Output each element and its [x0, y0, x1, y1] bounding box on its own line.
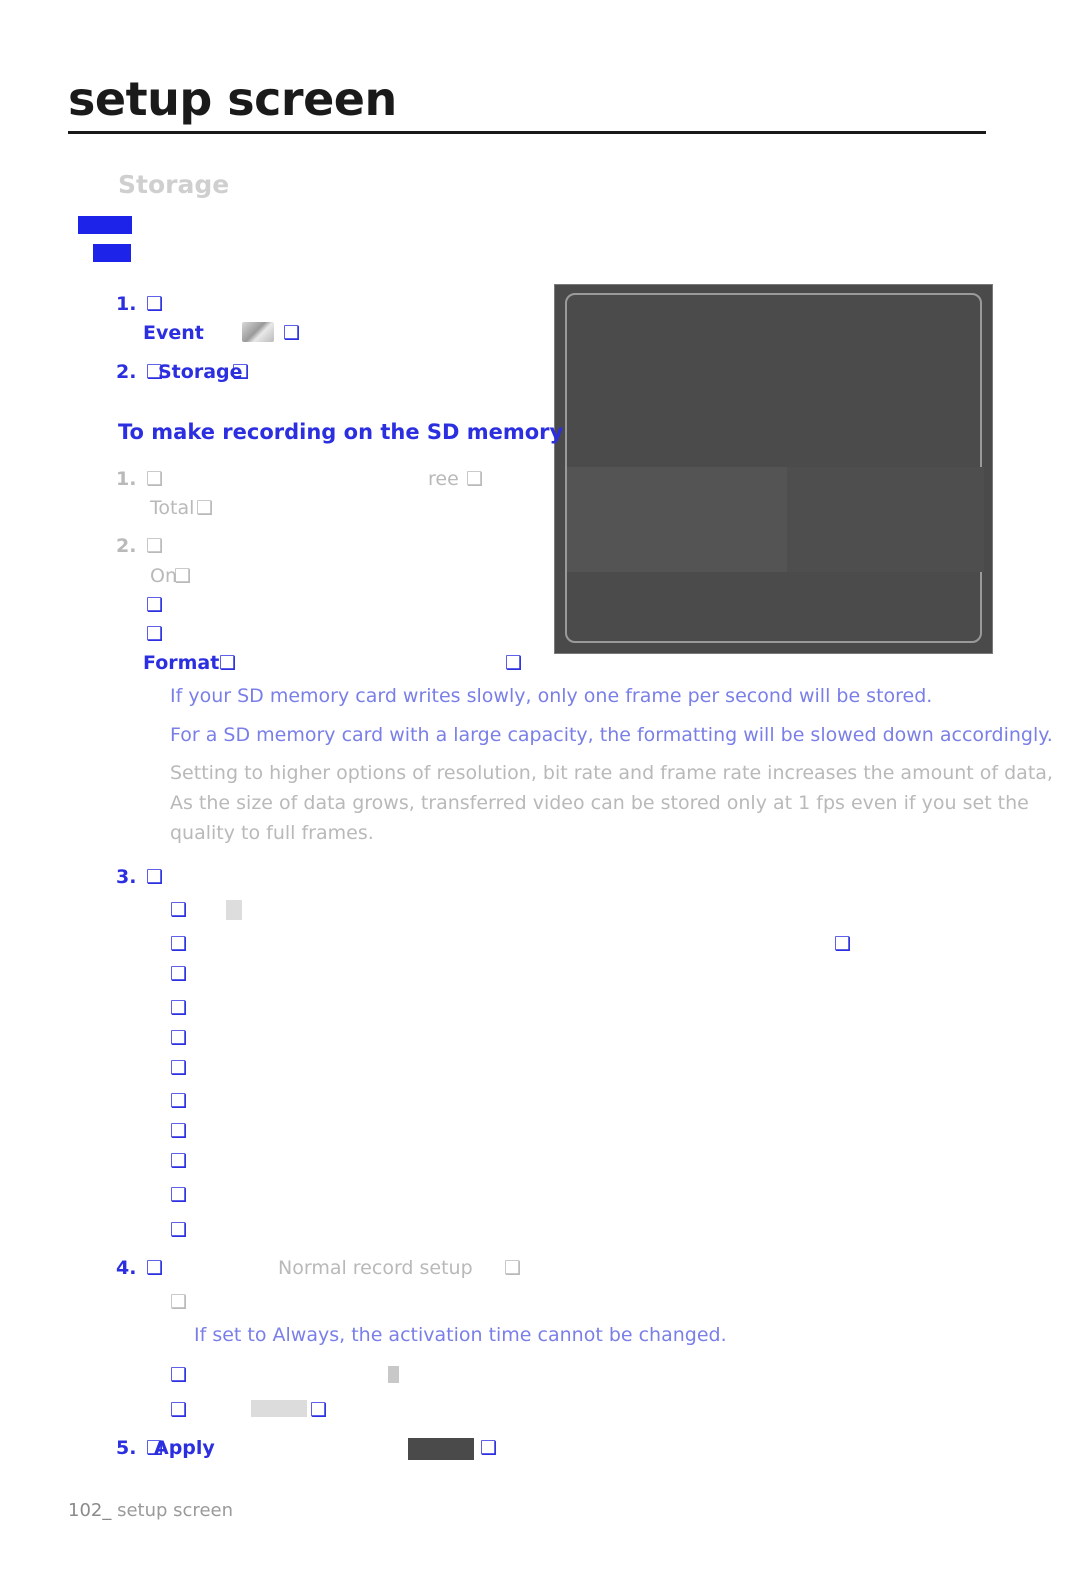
step-4-sub-glyph: ❑ [170, 1291, 188, 1313]
sd-step-2-number: 2. [116, 535, 137, 557]
format-label: Format [143, 652, 220, 674]
format-right-glyph: ❑ [505, 652, 523, 674]
device-screenshot-panel [554, 284, 993, 654]
section-title: Storage [118, 170, 230, 199]
step-3-row-1-glyph: ❑ [170, 899, 188, 921]
step-4-glyph: ❑ [146, 1257, 164, 1279]
sd-step-1-glyph: ❑ [146, 468, 164, 490]
step-3-row-4-glyph: ❑ [170, 997, 188, 1019]
note-3: Setting to higher options of resolution,… [170, 762, 1053, 784]
step-3-row-8-glyph: ❑ [170, 1120, 188, 1142]
step-1-label-event: Event [143, 322, 204, 344]
step-3-row-10-glyph: ❑ [170, 1184, 188, 1206]
menu-icon [242, 322, 274, 342]
inline-grey-square-icon [388, 1366, 399, 1383]
note-2: For a SD memory card with a large capaci… [170, 724, 1053, 746]
document-page: setup screen Storage 1. ❑ Event ❑ 2. ❑ S… [0, 0, 1080, 1571]
page-title: setup screen [68, 72, 397, 126]
sd-step-1-number: 1. [116, 468, 137, 490]
step-5-label-apply: Apply [154, 1437, 215, 1459]
step-3-row-7-glyph: ❑ [170, 1090, 188, 1112]
step-4-number: 4. [116, 1257, 137, 1279]
note-5: quality to full frames. [170, 822, 374, 844]
inline-icon [226, 900, 242, 920]
step-5-number: 5. [116, 1437, 137, 1459]
note-4: As the size of data grows, transferred v… [170, 792, 1029, 814]
sd-step-1-sub-label-total: Total [150, 497, 195, 519]
bullet-glyph-1: ❑ [146, 594, 164, 616]
step-4-trailing-glyph: ❑ [504, 1257, 522, 1279]
note-1: If your SD memory card writes slowly, on… [170, 685, 933, 707]
footer-text: setup screen [117, 1500, 233, 1521]
inline-dark-bar-icon [408, 1438, 474, 1460]
step-3-row-6-glyph: ❑ [170, 1057, 188, 1079]
step-3-row-9-glyph: ❑ [170, 1150, 188, 1172]
step-3-glyph: ❑ [146, 866, 164, 888]
sd-step-2-sub-label-on: On [150, 565, 177, 587]
sd-step-1-right-text: ree [428, 468, 459, 490]
step-4-label-normal-record-setup: Normal record setup [278, 1257, 473, 1279]
step-3-row-3-glyph: ❑ [170, 963, 188, 985]
format-glyph: ❑ [219, 652, 237, 674]
step-2-number: 2. [116, 361, 137, 383]
redaction-block-2 [93, 244, 131, 262]
step-4-note: If set to Always, the activation time ca… [194, 1324, 727, 1346]
inline-bar-icon [251, 1400, 307, 1417]
step-4-row-2-trailing-glyph: ❑ [310, 1399, 328, 1421]
step-1-number: 1. [116, 293, 137, 315]
footer-page-number: 102_ [68, 1500, 112, 1521]
heading-divider [68, 131, 986, 134]
step-3-row-2-right-glyph: ❑ [834, 933, 852, 955]
step-3-row-5-glyph: ❑ [170, 1027, 188, 1049]
step-2-trailing-glyph: ❑ [232, 361, 250, 383]
footer: 102_ setup screen [68, 1500, 233, 1521]
sub-heading-sd-memory: To make recording on the SD memory [118, 420, 564, 444]
step-3-row-11-glyph: ❑ [170, 1219, 188, 1241]
device-screenshot-inner [565, 293, 984, 643]
bullet-glyph-2: ❑ [146, 623, 164, 645]
redaction-block-1 [78, 216, 132, 234]
sd-step-1-sub-glyph: ❑ [196, 497, 214, 519]
step-3-row-2-glyph: ❑ [170, 933, 188, 955]
step-5-trailing-glyph: ❑ [480, 1437, 498, 1459]
step-3-number: 3. [116, 866, 137, 888]
step-1-glyph: ❑ [146, 293, 164, 315]
step-4-row-1-glyph: ❑ [170, 1364, 188, 1386]
step-1-trailing-glyph: ❑ [283, 322, 301, 344]
step-4-row-2-glyph: ❑ [170, 1399, 188, 1421]
sd-step-1-right-glyph: ❑ [466, 468, 484, 490]
sd-step-2-glyph: ❑ [146, 535, 164, 557]
step-2-label-storage: Storage [158, 361, 243, 383]
screenshot-band-right [787, 467, 984, 572]
sd-step-2-sub-glyph: ❑ [174, 565, 192, 587]
